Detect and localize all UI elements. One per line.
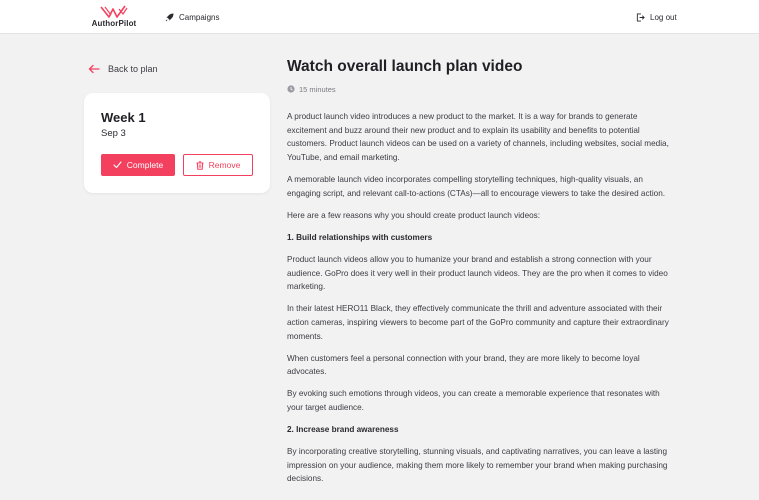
remove-button[interactable]: Remove [183, 154, 253, 176]
top-navigation-bar: AuthorPilot Campaigns Log out [0, 0, 759, 34]
complete-label: Complete [126, 160, 164, 170]
rocket-icon [165, 13, 174, 21]
paragraph: A memorable launch video incorporates co… [287, 175, 666, 198]
page-title: Watch overall launch plan video [287, 58, 523, 75]
nav-campaigns-link[interactable]: Campaigns [165, 10, 219, 24]
complete-button[interactable]: Complete [101, 154, 175, 176]
paragraph: Product launch videos allow you to human… [287, 254, 668, 292]
remove-label: Remove [208, 160, 241, 170]
trash-icon [196, 160, 204, 170]
authorpilot-logo-icon [100, 5, 128, 18]
week-card: Week 1 Sep 3 Complete Remove [84, 93, 270, 193]
check-icon [113, 161, 122, 169]
clock-icon [287, 85, 295, 93]
paragraph: In their latest HERO11 Black, they effec… [287, 304, 669, 341]
arrow-left-icon [88, 64, 100, 74]
duration-meta: 15 minutes [287, 84, 336, 94]
logout-icon [636, 12, 645, 22]
section-heading: 1. Build relationships with customers [287, 232, 433, 242]
paragraph: Here are a few reasons why you should cr… [287, 210, 541, 220]
app-logo[interactable]: AuthorPilot [84, 4, 144, 31]
week-title: Week 1 [101, 110, 146, 125]
back-to-plan-link[interactable]: Back to plan [88, 62, 158, 76]
paragraph: By evoking such emotions through videos,… [287, 389, 660, 413]
week-date: Sep 3 [101, 128, 126, 139]
duration-label: 15 minutes [299, 84, 336, 94]
paragraph: By incorporating creative storytelling, … [287, 447, 668, 484]
section-heading: 2. Increase brand awareness [287, 425, 399, 435]
nav-campaigns-label: Campaigns [179, 12, 220, 22]
logo-text: AuthorPilot [91, 19, 137, 28]
logout-label: Log out [650, 12, 677, 22]
article-body: A product launch video introduces a new … [287, 110, 672, 494]
paragraph: When customers feel a personal connectio… [287, 353, 640, 377]
back-to-plan-label: Back to plan [108, 64, 158, 74]
logout-button[interactable]: Log out [636, 10, 677, 24]
paragraph: A product launch video introduces a new … [287, 112, 669, 163]
